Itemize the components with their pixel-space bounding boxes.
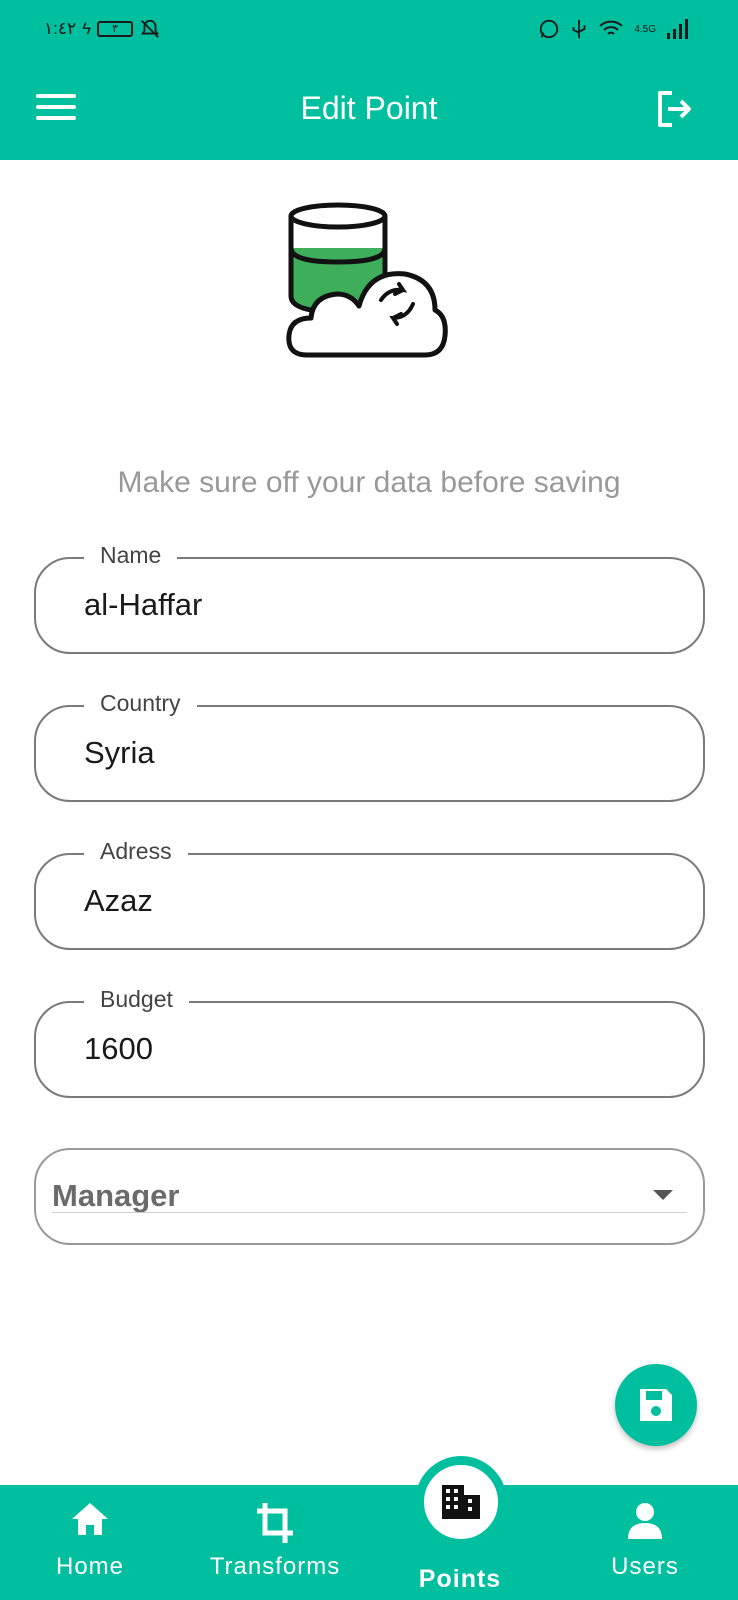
address-field[interactable]: Adress Azaz [34,838,705,950]
page-title: Edit Point [300,90,438,126]
manager-dropdown[interactable]: Manager [34,1148,705,1245]
signal-icon [667,19,688,39]
save-icon [640,1389,672,1421]
country-input[interactable]: Syria [84,735,644,771]
manager-dropdown-placeholder: Manager [52,1178,180,1213]
nav-home-label: Home [55,1553,125,1580]
nav-users-label: Users [611,1553,679,1580]
budget-input[interactable]: 1600 [84,1031,644,1067]
status-bar: ١:٤٢ ϟ ٣ 4.5G [0,0,738,60]
country-field[interactable]: Country Syria [34,690,705,802]
budget-label: Budget [84,986,189,1013]
budget-field[interactable]: Budget 1600 [34,986,705,1098]
address-label: Adress [84,838,188,865]
building-icon [442,1485,480,1519]
address-input[interactable]: Azaz [84,883,644,919]
save-button[interactable] [615,1364,697,1446]
chevron-down-icon [653,1190,673,1200]
name-input[interactable]: al-Haffar [84,587,644,623]
status-right: 4.5G [538,18,688,40]
bell-off-icon [141,19,160,38]
logout-button[interactable] [652,88,694,130]
name-label: Name [84,542,178,569]
network-type: 4.5G [634,23,656,35]
nav-home[interactable]: Home [30,1485,150,1600]
nav-users[interactable]: Users [580,1485,710,1600]
form-hint: Make sure off your data before saving [117,466,621,499]
nav-transforms[interactable]: Transforms [195,1485,355,1600]
name-field[interactable]: Name al-Haffar [34,542,705,654]
crop-icon [257,1503,293,1543]
whatsapp-icon [540,19,559,39]
home-icon [72,1503,108,1535]
nav-transforms-label: Transforms [209,1553,341,1580]
status-time: ١:٤٢ [44,19,77,38]
app-bar: Edit Point [0,60,738,160]
status-left: ١:٤٢ ϟ ٣ [44,18,161,40]
wifi-icon [599,20,623,35]
country-label: Country [84,690,197,717]
logout-icon [658,91,691,127]
charging-icon: ϟ [82,19,92,38]
database-cloud-sync-icon [286,202,448,358]
dropdown-underline [52,1212,687,1213]
usb-icon [572,19,586,39]
person-icon [628,1503,662,1539]
nav-points-label: Points [418,1565,502,1593]
nav-points-active-bubble[interactable] [415,1456,507,1548]
bottom-nav: Home Transforms Points Users [0,1485,738,1600]
battery-icon: ٣ [97,21,134,37]
